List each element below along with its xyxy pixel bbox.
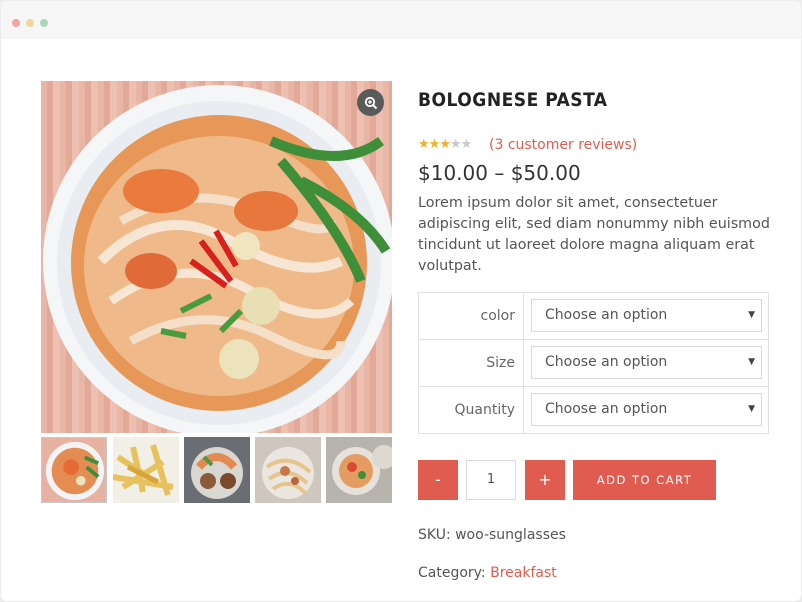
star-empty-icon: ★ bbox=[449, 137, 462, 152]
product-description: Lorem ipsum dolor sit amet, consectetuer… bbox=[418, 195, 770, 274]
quantity-select[interactable]: Choose an option ▼ bbox=[531, 393, 762, 426]
sku-value: woo-sunglasses bbox=[455, 527, 566, 543]
sku-label: SKU: bbox=[418, 527, 451, 543]
quantity-input[interactable]: 1 bbox=[466, 460, 516, 500]
variation-label: Quantity bbox=[419, 387, 524, 434]
product-thumbnail-2[interactable] bbox=[113, 437, 179, 503]
star-icon: ★ bbox=[418, 137, 430, 152]
variation-row-color: color Choose an option ▼ bbox=[419, 293, 768, 340]
category-label: Category: bbox=[418, 565, 486, 581]
variation-row-quantity: Quantity Choose an option ▼ bbox=[419, 387, 768, 434]
maximize-window-dot[interactable] bbox=[40, 19, 48, 27]
zoom-in-icon bbox=[364, 96, 377, 109]
window-titlebar bbox=[1, 1, 801, 39]
select-value: Choose an option bbox=[545, 307, 668, 323]
category-link[interactable]: Breakfast bbox=[490, 565, 557, 581]
browser-window: BOLOGNESE PASTA ★★★★★ (3 customer review… bbox=[1, 1, 801, 601]
select-value: Choose an option bbox=[545, 401, 668, 417]
product-title: BOLOGNESE PASTA bbox=[418, 89, 608, 111]
chevron-down-icon: ▼ bbox=[748, 310, 755, 320]
close-window-dot[interactable] bbox=[12, 19, 20, 27]
zoom-button[interactable] bbox=[357, 89, 384, 116]
star-icon: ★ bbox=[428, 137, 441, 152]
product-thumbnail-5[interactable] bbox=[326, 437, 392, 503]
customer-reviews-link[interactable]: (3 customer reviews) bbox=[489, 137, 637, 153]
chevron-down-icon: ▼ bbox=[748, 357, 755, 367]
variation-row-size: Size Choose an option ▼ bbox=[419, 340, 768, 387]
rating-stars[interactable]: ★★★★★ bbox=[418, 137, 473, 152]
product-thumbnail-4[interactable] bbox=[255, 437, 321, 503]
minimize-window-dot[interactable] bbox=[26, 19, 34, 27]
add-to-cart-button[interactable]: ADD TO CART bbox=[573, 460, 716, 500]
product-thumbnail-1[interactable] bbox=[41, 437, 107, 503]
chevron-down-icon: ▼ bbox=[748, 404, 755, 414]
color-select[interactable]: Choose an option ▼ bbox=[531, 299, 762, 332]
product-thumbnail-3[interactable] bbox=[184, 437, 250, 503]
size-select[interactable]: Choose an option ▼ bbox=[531, 346, 762, 379]
star-empty-icon: ★ bbox=[460, 137, 473, 152]
product-main-image[interactable] bbox=[41, 81, 392, 433]
product-price: $10.00 – $50.00 bbox=[418, 161, 581, 185]
variation-label: Size bbox=[419, 340, 524, 386]
select-value: Choose an option bbox=[545, 354, 668, 370]
star-icon: ★ bbox=[439, 137, 451, 152]
quantity-increase-button[interactable]: + bbox=[525, 460, 565, 500]
sku-line: SKU: woo-sunglasses bbox=[418, 527, 566, 543]
quantity-decrease-button[interactable]: - bbox=[418, 460, 458, 500]
variations-table: color Choose an option ▼ Size Choose an … bbox=[418, 292, 769, 434]
category-line: Category: Breakfast bbox=[418, 565, 557, 581]
variation-label: color bbox=[419, 293, 524, 339]
